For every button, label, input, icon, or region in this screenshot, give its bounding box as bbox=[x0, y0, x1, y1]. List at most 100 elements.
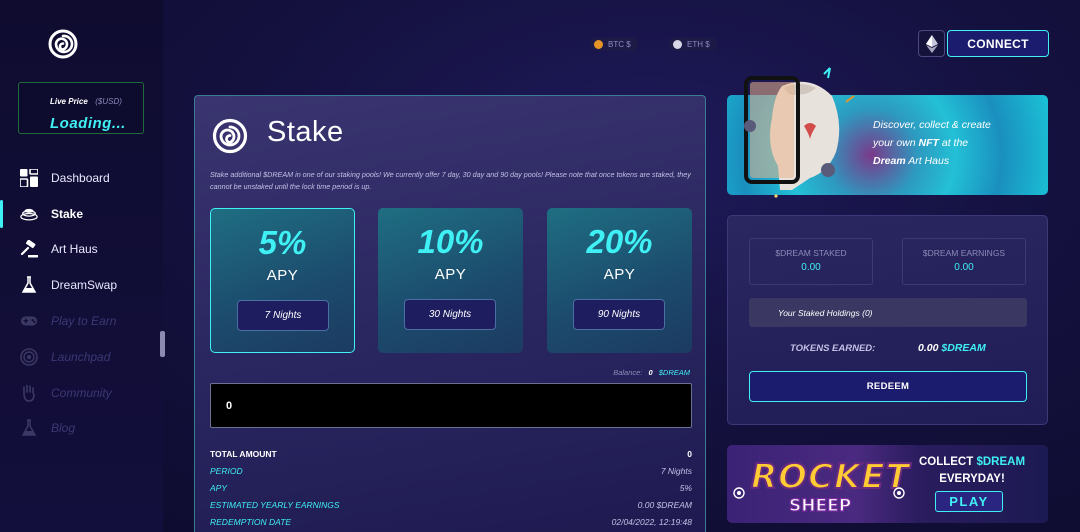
sidebar-item-dashboard[interactable]: Dashboard bbox=[0, 160, 163, 196]
pool-nights-button[interactable]: 7 Nights bbox=[237, 300, 329, 331]
sidebar-item-label: Community bbox=[51, 385, 112, 400]
stake-icon bbox=[20, 205, 38, 223]
btc-icon bbox=[594, 39, 603, 49]
summary-label: REDEMPTION DATE bbox=[210, 517, 292, 528]
hand-icon bbox=[20, 384, 38, 402]
pool-percent: 20% bbox=[586, 223, 653, 260]
live-price-label: Live Price bbox=[50, 97, 88, 106]
summary-row-apy: APY 5% bbox=[210, 479, 692, 496]
banner-line-3-post: Art Haus bbox=[908, 155, 950, 167]
pool-apy-label: APY bbox=[266, 267, 299, 284]
sidebar-item-label: Dashboard bbox=[51, 170, 110, 185]
pool-card-7-nights[interactable]: 5% APY 7 Nights bbox=[210, 208, 355, 353]
page-title: Stake bbox=[267, 116, 344, 148]
collect-text: COLLECT $DREAM EVERYDAY! bbox=[907, 454, 1037, 488]
sidebar-nav: Dashboard Stake Art Haus DreamSwap Play … bbox=[0, 160, 163, 446]
summary-value: 0.00 $DREAM bbox=[637, 500, 692, 511]
rocket-sheep-title-bottom: SHEEP bbox=[788, 495, 852, 516]
summary-label: ESTIMATED YEARLY EARNINGS bbox=[210, 500, 340, 511]
rocket-sheep-title-top: ROCKET bbox=[750, 456, 910, 498]
sidebar-item-blog[interactable]: Blog bbox=[0, 411, 163, 447]
stat-label-token: $DREAM bbox=[775, 248, 811, 258]
pool-apy-label: APY bbox=[603, 266, 636, 283]
flask-icon bbox=[20, 276, 38, 294]
summary-row-earnings: ESTIMATED YEARLY EARNINGS 0.00 $DREAM bbox=[210, 497, 692, 514]
banner-line-2-bold: NFT bbox=[918, 137, 939, 149]
summary-label: TOTAL AMOUNT bbox=[210, 448, 277, 459]
pool-nights-button[interactable]: 90 Nights bbox=[573, 299, 665, 330]
sidebar-item-label: Blog bbox=[51, 421, 76, 436]
sidebar-item-label: DreamSwap bbox=[51, 278, 118, 293]
staking-info-panel: $DREAM STAKED 0.00 $DREAM EARNINGS 0.00 … bbox=[727, 215, 1048, 425]
banner-line-2-pre: your own bbox=[873, 137, 916, 149]
banner-line-1: Discover, collect & create bbox=[873, 119, 991, 131]
connect-button[interactable]: CONNECT bbox=[947, 30, 1049, 57]
stat-label: STAKED bbox=[813, 248, 847, 258]
sidebar-collapse-handle[interactable] bbox=[160, 331, 165, 357]
summary-row-period: PERIOD 7 Nights bbox=[210, 462, 692, 479]
tokens-earned-unit: $DREAM bbox=[941, 342, 986, 354]
statue-phone-illustration bbox=[744, 67, 855, 198]
eth-label: ETH $ bbox=[687, 39, 710, 49]
dream-staked-stat: $DREAM STAKED 0.00 bbox=[749, 238, 873, 285]
play-button[interactable]: PLAY bbox=[935, 491, 1003, 512]
stake-amount-input[interactable] bbox=[210, 383, 692, 428]
balance-unit: $DREAM bbox=[658, 368, 690, 377]
summary-row-redemption: REDEMPTION DATE 02/04/2022, 12:19:48 bbox=[210, 514, 692, 531]
summary-value: 0 bbox=[687, 448, 692, 459]
banner-text: Discover, collect & create your own NFT … bbox=[873, 116, 1023, 170]
stake-panel: Stake Stake additional $DREAM in one of … bbox=[194, 95, 706, 532]
balance-readout: Balance: 0 $DREAM bbox=[613, 368, 690, 377]
collect-line-2: EVERYDAY! bbox=[939, 473, 1005, 485]
stake-summary: TOTAL AMOUNT 0 PERIOD 7 Nights APY 5% ES… bbox=[210, 445, 692, 531]
sidebar-item-play-to-earn[interactable]: Play to Earn bbox=[0, 303, 163, 339]
btc-label: BTC $ bbox=[608, 39, 631, 49]
pool-nights-button[interactable]: 30 Nights bbox=[404, 299, 496, 330]
summary-value: 7 Nights bbox=[660, 465, 692, 476]
pool-percent: 5% bbox=[258, 224, 307, 261]
dream-logo-icon[interactable] bbox=[48, 29, 78, 59]
banner-line-3-bold: Dream bbox=[873, 155, 906, 167]
sidebar-item-label: Stake bbox=[51, 206, 84, 221]
dashboard-icon bbox=[20, 168, 38, 187]
btc-ticker: BTC $ bbox=[590, 37, 638, 51]
network-button[interactable] bbox=[918, 30, 945, 57]
summary-label: PERIOD bbox=[210, 465, 243, 476]
rocket-sheep-banner[interactable]: ROCKET SHEEP COLLECT $DREAM EVERYDAY! PL… bbox=[727, 445, 1048, 523]
pool-card-30-nights[interactable]: 10% APY 30 Nights bbox=[378, 208, 523, 353]
dream-logo-icon bbox=[212, 118, 248, 154]
active-indicator bbox=[0, 199, 3, 228]
flask-icon bbox=[20, 419, 38, 437]
stat-value: 0.00 bbox=[801, 262, 821, 273]
sidebar-item-label: Art Haus bbox=[51, 242, 98, 257]
sidebar-item-dreamswap[interactable]: DreamSwap bbox=[0, 267, 163, 303]
summary-label: APY bbox=[210, 482, 228, 493]
tokens-earned-value: 0.00 $DREAM bbox=[918, 342, 986, 354]
sidebar-item-stake[interactable]: Stake bbox=[0, 196, 163, 232]
stake-description: Stake additional $DREAM in one of our st… bbox=[210, 170, 691, 191]
gamepad-icon bbox=[20, 312, 38, 330]
staked-holdings-toggle[interactable]: Your Staked Holdings (0) bbox=[749, 298, 1027, 327]
balance-value: 0 bbox=[648, 368, 653, 377]
tokens-earned-label: TOKENS EARNED: bbox=[790, 343, 876, 354]
summary-value: 5% bbox=[679, 482, 692, 493]
stat-label: EARNINGS bbox=[960, 248, 1006, 258]
pool-apy-label: APY bbox=[434, 266, 467, 283]
sidebar-item-launchpad[interactable]: Launchpad bbox=[0, 339, 163, 375]
live-price-box: Live Price ($USD) Loading... bbox=[18, 82, 144, 134]
summary-row-total: TOTAL AMOUNT 0 bbox=[210, 445, 692, 462]
balance-label: Balance: bbox=[613, 368, 643, 377]
pool-card-90-nights[interactable]: 20% APY 90 Nights bbox=[547, 208, 692, 353]
live-price-value: Loading... bbox=[50, 115, 126, 132]
live-price-unit: ($USD) bbox=[95, 97, 122, 106]
banner-line-2-post: at the bbox=[941, 137, 969, 149]
redeem-button[interactable]: REDEEM bbox=[749, 371, 1027, 402]
collect-token: $DREAM bbox=[976, 456, 1026, 468]
summary-value: 02/04/2022, 12:19:48 bbox=[611, 517, 692, 528]
ethereum-icon bbox=[925, 34, 938, 53]
stat-value: 0.00 bbox=[954, 262, 974, 273]
dream-coin-icon bbox=[733, 487, 745, 499]
sidebar-item-art-haus[interactable]: Art Haus bbox=[0, 232, 163, 268]
stat-label-token: $DREAM bbox=[922, 248, 959, 258]
sidebar-item-community[interactable]: Community bbox=[0, 375, 163, 411]
